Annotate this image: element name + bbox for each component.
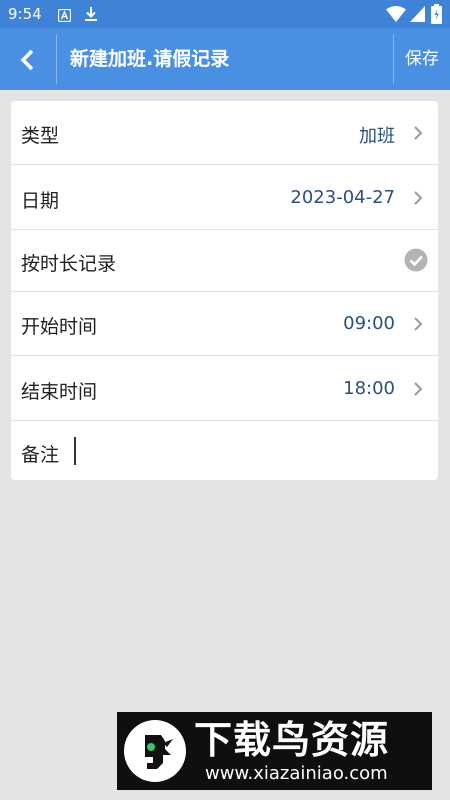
note-row[interactable]: 备注 (11, 421, 438, 480)
app-a-icon (57, 7, 72, 26)
by-duration-label: 按时长记录 (21, 253, 117, 275)
chevron-right-icon (412, 381, 424, 397)
type-label: 类型 (21, 125, 60, 147)
status-bar: 9:54 (0, 0, 450, 28)
note-label: 备注 (21, 444, 60, 466)
date-value: 2023-04-27 (290, 187, 395, 208)
page-title: 新建加班.请假记录 (70, 48, 230, 70)
end-time-row[interactable]: 结束时间 18:00 (11, 356, 438, 421)
start-time-row[interactable]: 开始时间 09:00 (11, 292, 438, 356)
watermark-title: 下载鸟资源 (194, 718, 390, 762)
app-bar: 新建加班.请假记录 保存 (0, 28, 450, 90)
record-form-card: 类型 加班 日期 2023-04-27 按时长记录 开始时间 09:00 结束时… (11, 101, 438, 480)
date-row[interactable]: 日期 2023-04-27 (11, 165, 438, 230)
end-time-value: 18:00 (343, 378, 395, 399)
date-label: 日期 (21, 190, 60, 212)
save-button[interactable]: 保存 (394, 28, 450, 90)
end-time-label: 结束时间 (21, 381, 98, 403)
watermark-url: www.xiazainiao.com (205, 763, 388, 784)
download-icon (84, 6, 98, 26)
bird-logo-icon (123, 719, 187, 783)
battery-icon (431, 4, 442, 28)
chevron-right-icon (412, 125, 424, 141)
type-row[interactable]: 类型 加班 (11, 101, 438, 165)
wifi-icon (386, 6, 406, 26)
start-time-value: 09:00 (343, 313, 395, 334)
chevron-left-icon (19, 49, 35, 75)
chevron-right-icon (412, 190, 424, 206)
start-time-label: 开始时间 (21, 316, 98, 338)
by-duration-row[interactable]: 按时长记录 (11, 230, 438, 292)
appbar-divider (56, 34, 57, 84)
chevron-right-icon (412, 316, 424, 332)
check-circle-icon[interactable] (404, 248, 428, 272)
back-button[interactable] (0, 28, 56, 90)
status-time: 9:54 (8, 5, 42, 23)
text-cursor (74, 437, 76, 465)
cell-signal-icon (410, 6, 425, 26)
watermark-banner: 下载鸟资源 www.xiazainiao.com (117, 712, 432, 790)
type-value: 加班 (359, 126, 395, 147)
note-input[interactable] (81, 435, 421, 465)
